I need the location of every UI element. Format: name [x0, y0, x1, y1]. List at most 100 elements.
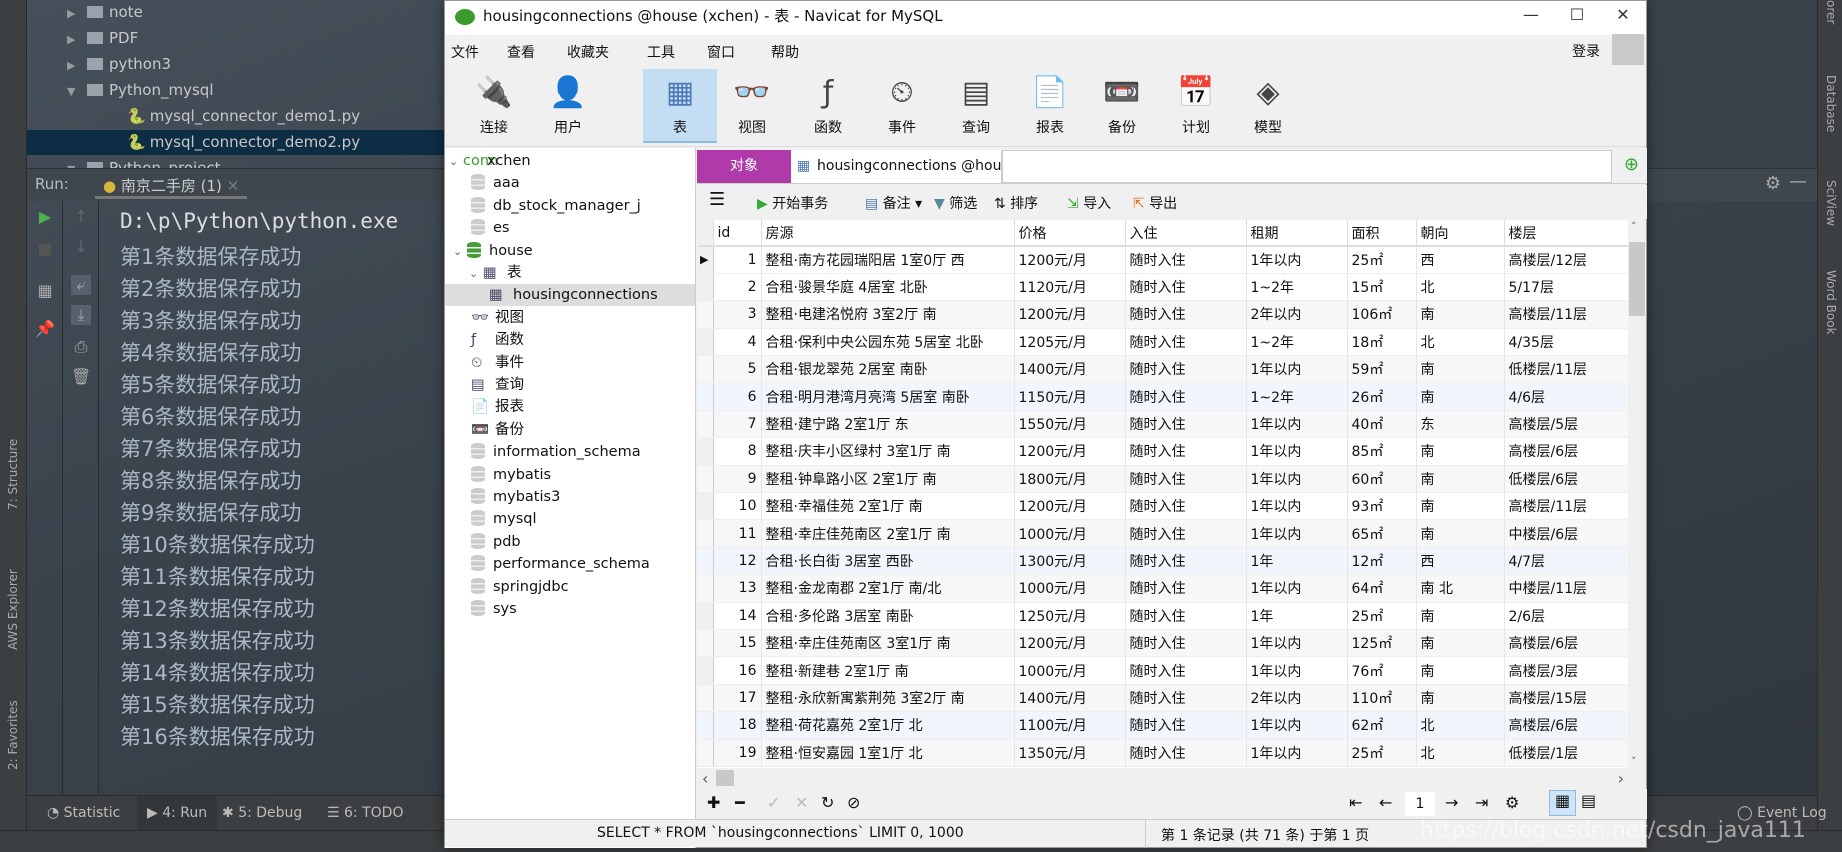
todo-tab[interactable]: ☰ 6: TODO — [327, 805, 403, 821]
maximize-button[interactable]: ☐ — [1554, 1, 1600, 31]
project-tree-item[interactable]: ▶ note — [67, 0, 143, 25]
tree-item[interactable]: db_stock_manager_j — [471, 195, 641, 217]
cell-房源[interactable]: 整租·幸庄佳苑南区 2室1厅 南 — [761, 519, 1015, 548]
cell-楼层[interactable]: 高楼层/5层 — [1504, 410, 1629, 439]
cell-朝向[interactable]: 北 — [1416, 328, 1505, 357]
cell-楼层[interactable]: 高楼层/3层 — [1504, 656, 1629, 685]
cell-房源[interactable]: 合租·长白街 3居室 西卧 — [761, 547, 1015, 576]
cell-价格[interactable]: 1000元/月 — [1014, 574, 1126, 603]
vertical-scrollbar[interactable]: ˄ ˅ — [1628, 220, 1646, 768]
cell-面积[interactable]: 93㎡ — [1347, 492, 1417, 521]
cell-楼层[interactable]: 4/7层 — [1504, 547, 1629, 576]
table-row[interactable]: 11 整租·幸庄佳苑南区 2室1厅 南 1000元/月 随时入住 1年以内 65㎡南中楼层… — [698, 519, 1629, 548]
cell-价格[interactable]: 1205元/月 — [1014, 328, 1126, 357]
cell-价格[interactable]: 1350元/月 — [1014, 739, 1126, 767]
cell-租期[interactable]: 1年以内 — [1246, 656, 1348, 685]
cell-id[interactable]: 3 — [713, 300, 762, 329]
table-row[interactable]: 4 合租·保利中央公园东苑 5居室 北卧 1205元/月 随时入住 1~2年 18㎡北 4/… — [698, 328, 1629, 357]
scroll-end-icon[interactable]: ⤓ — [71, 305, 91, 325]
cell-id[interactable]: 16 — [713, 656, 762, 685]
cell-入住[interactable]: 随时入住 — [1125, 711, 1247, 740]
word-book-tab[interactable]: Word Book — [1824, 270, 1838, 335]
cell-楼层[interactable]: 低楼层/11层 — [1504, 355, 1629, 384]
cell-id[interactable]: 11 — [713, 519, 762, 548]
cell-价格[interactable]: 1000元/月 — [1014, 519, 1126, 548]
begin-transaction-button[interactable]: ▶ 开始事务 — [757, 193, 828, 213]
import-button[interactable]: ⇲ 导入 — [1067, 193, 1111, 213]
cell-价格[interactable]: 1100元/月 — [1014, 711, 1126, 740]
cell-面积[interactable]: 62㎡ — [1347, 711, 1417, 740]
data-grid[interactable]: id 房源 价格 入住 租期 面积 朝向 楼层 ▶ 1 整租·南方花园瑞阳居 1室0厅 西 1200… — [698, 220, 1646, 768]
cell-朝向[interactable]: 南 北 — [1416, 574, 1505, 603]
cell-房源[interactable]: 整租·荷花嘉苑 2室1厅 北 — [761, 711, 1015, 740]
table-row[interactable]: 18 整租·荷花嘉苑 2室1厅 北 1100元/月 随时入住 1年以内 62㎡北高楼层/6… — [698, 711, 1629, 740]
pin-icon[interactable]: 📌 — [35, 319, 55, 339]
down-arrow-icon[interactable]: ↓ — [71, 237, 91, 257]
cell-id[interactable]: 10 — [713, 492, 762, 521]
cell-楼层[interactable]: 高楼层/15层 — [1504, 684, 1629, 713]
discard-icon[interactable]: ✕ — [795, 793, 808, 812]
cell-id[interactable]: 8 — [713, 437, 762, 466]
tree-item[interactable]: 👓 视图 — [471, 307, 524, 329]
cell-租期[interactable]: 1年以内 — [1246, 739, 1348, 767]
cell-租期[interactable]: 1年 — [1246, 602, 1348, 630]
table-row[interactable]: 10 整租·幸福佳苑 2室1厅 南 1200元/月 随时入住 1年以内 93㎡南高楼层/1… — [698, 492, 1629, 521]
toolbar-backup-button[interactable]: 📼 备份 — [1085, 69, 1159, 143]
cell-入住[interactable]: 随时入住 — [1125, 328, 1247, 357]
cell-房源[interactable]: 合租·保利中央公园东苑 5居室 北卧 — [761, 328, 1015, 357]
cell-id[interactable]: 4 — [713, 328, 762, 357]
cell-租期[interactable]: 1年以内 — [1246, 629, 1348, 658]
cell-楼层[interactable]: 高楼层/6层 — [1504, 711, 1629, 740]
project-tree-item[interactable]: ▼ Python_mysql — [67, 78, 214, 103]
cell-楼层[interactable]: 中楼层/6层 — [1504, 519, 1629, 548]
cell-面积[interactable]: 64㎡ — [1347, 574, 1417, 603]
cell-面积[interactable]: 25㎡ — [1347, 739, 1417, 767]
cell-价格[interactable]: 1200元/月 — [1014, 246, 1126, 274]
cell-价格[interactable]: 1550元/月 — [1014, 410, 1126, 439]
cell-入住[interactable]: 随时入住 — [1125, 629, 1247, 658]
project-tree-item[interactable]: 🐍 mysql_connector_demo1.py — [127, 104, 360, 129]
layout-icon[interactable]: ▦ — [35, 281, 55, 301]
cell-入住[interactable]: 随时入住 — [1125, 656, 1247, 685]
column-header-6[interactable]: 朝向 — [1416, 220, 1505, 247]
cell-面积[interactable]: 76㎡ — [1347, 656, 1417, 685]
page-input[interactable]: 1 — [1405, 792, 1435, 816]
cell-面积[interactable]: 85㎡ — [1347, 437, 1417, 466]
tree-item[interactable]: ⌄ connxchen — [449, 150, 531, 172]
row-indicator[interactable] — [698, 656, 714, 685]
table-row[interactable]: ▶ 1 整租·南方花园瑞阳居 1室0厅 西 1200元/月 随时入住 1年以内 25㎡西高楼… — [698, 246, 1629, 274]
row-indicator[interactable] — [698, 711, 714, 740]
cell-租期[interactable]: 2年以内 — [1246, 300, 1348, 329]
gear-icon[interactable]: ⚙ — [1765, 173, 1781, 194]
tree-item[interactable]: mybatis3 — [471, 486, 560, 508]
cell-价格[interactable]: 1800元/月 — [1014, 465, 1126, 494]
cell-id[interactable]: 12 — [713, 547, 762, 576]
row-indicator[interactable] — [698, 547, 714, 576]
filter-button[interactable]: ▼ 筛选 — [934, 193, 977, 213]
debug-tab[interactable]: ✱ 5: Debug — [222, 805, 302, 821]
cell-楼层[interactable]: 高楼层/6层 — [1504, 437, 1629, 466]
caret-right-icon[interactable]: ▶ — [67, 1, 87, 26]
cell-入住[interactable]: 随时入住 — [1125, 519, 1247, 548]
next-page-icon[interactable]: → — [1445, 793, 1458, 812]
cell-朝向[interactable]: 南 — [1416, 629, 1505, 658]
cell-id[interactable]: 15 — [713, 629, 762, 658]
scroll-down-icon[interactable]: ˅ — [1631, 755, 1637, 768]
cell-楼层[interactable]: 高楼层/11层 — [1504, 492, 1629, 521]
cell-id[interactable]: 19 — [713, 739, 762, 767]
cell-id[interactable]: 14 — [713, 602, 762, 630]
export-button[interactable]: ⇱ 导出 — [1133, 193, 1177, 213]
cell-楼层[interactable]: 高楼层/12层 — [1504, 246, 1629, 274]
tree-item[interactable]: ⏲ 事件 — [471, 352, 524, 374]
toolbar-function-button[interactable]: ƒ 函数 — [791, 69, 865, 143]
cell-面积[interactable]: 106㎡ — [1347, 300, 1417, 329]
row-indicator[interactable] — [698, 382, 714, 411]
table-row[interactable]: 17 整租·永欣新寓紫荆苑 3室2厅 南 1400元/月 随时入住 2年以内 110㎡南高… — [698, 684, 1629, 713]
cell-朝向[interactable]: 北 — [1416, 273, 1505, 302]
cell-价格[interactable]: 1200元/月 — [1014, 437, 1126, 466]
cell-id[interactable]: 9 — [713, 465, 762, 494]
cell-入住[interactable]: 随时入住 — [1125, 739, 1247, 767]
cell-朝向[interactable]: 西 — [1416, 547, 1505, 576]
cell-入住[interactable]: 随时入住 — [1125, 382, 1247, 411]
run-bottom-tab[interactable]: ▶ 4: Run — [137, 796, 218, 831]
